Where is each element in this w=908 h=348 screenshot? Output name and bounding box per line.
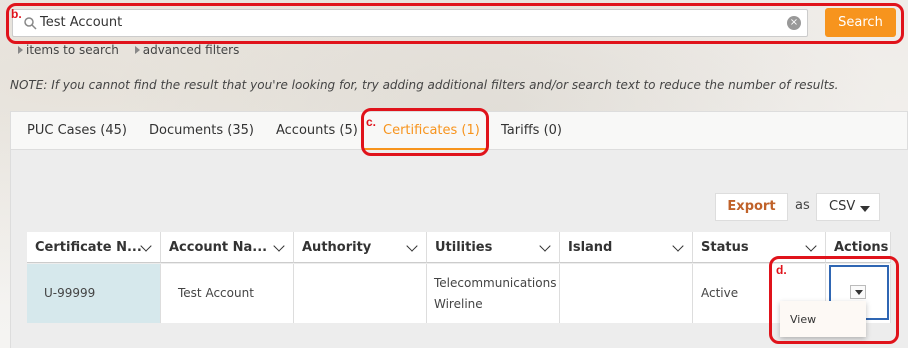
column-header-authority[interactable]: Authority bbox=[294, 232, 427, 263]
tab-tariffs[interactable]: Tariffs (0) bbox=[501, 123, 562, 138]
annotation-label-d: d. bbox=[776, 263, 787, 277]
cell-account: Test Account bbox=[161, 264, 294, 323]
cell-certificate: U-99999 bbox=[27, 264, 161, 323]
chevron-down-icon bbox=[273, 240, 285, 252]
items-to-search-toggle[interactable]: items to search bbox=[18, 43, 119, 57]
column-header-certificate[interactable]: Certificate N... bbox=[27, 232, 161, 263]
chevron-down-icon bbox=[140, 240, 152, 252]
annotation-label-c: c. bbox=[366, 115, 377, 129]
chevron-down-icon bbox=[539, 240, 551, 252]
search-note: NOTE: If you cannot find the result that… bbox=[10, 78, 839, 92]
export-button[interactable]: Export bbox=[715, 193, 788, 221]
tab-puc-cases[interactable]: PUC Cases (45) bbox=[27, 123, 127, 138]
column-header-utilities[interactable]: Utilities bbox=[427, 232, 560, 263]
annotation-label-b: b. bbox=[11, 7, 22, 21]
cell-island bbox=[560, 264, 693, 323]
cell-authority bbox=[294, 264, 427, 323]
tab-accounts[interactable]: Accounts (5) bbox=[276, 123, 358, 138]
chevron-down-icon bbox=[672, 240, 684, 252]
tab-documents[interactable]: Documents (35) bbox=[149, 123, 254, 138]
column-header-island[interactable]: Island bbox=[560, 232, 693, 263]
annotation-box-search bbox=[6, 3, 904, 44]
export-format-select[interactable]: CSV bbox=[816, 193, 880, 221]
chevron-down-icon bbox=[805, 240, 817, 252]
export-format-value: CSV bbox=[829, 199, 856, 214]
chevron-down-icon bbox=[406, 240, 418, 252]
annotation-box-actions bbox=[769, 256, 899, 344]
cell-utilities: Telecommunications Wireline bbox=[427, 264, 560, 323]
expand-arrow-icon bbox=[134, 46, 140, 54]
export-as-label: as bbox=[795, 198, 810, 213]
expand-arrow-icon bbox=[18, 46, 23, 54]
column-header-account[interactable]: Account Na... bbox=[161, 232, 294, 263]
advanced-filters-toggle[interactable]: advanced filters bbox=[134, 43, 239, 57]
annotation-box-certificates bbox=[361, 108, 489, 156]
search-options: items to search advanced filters bbox=[18, 43, 251, 57]
caret-down-icon bbox=[860, 206, 870, 212]
